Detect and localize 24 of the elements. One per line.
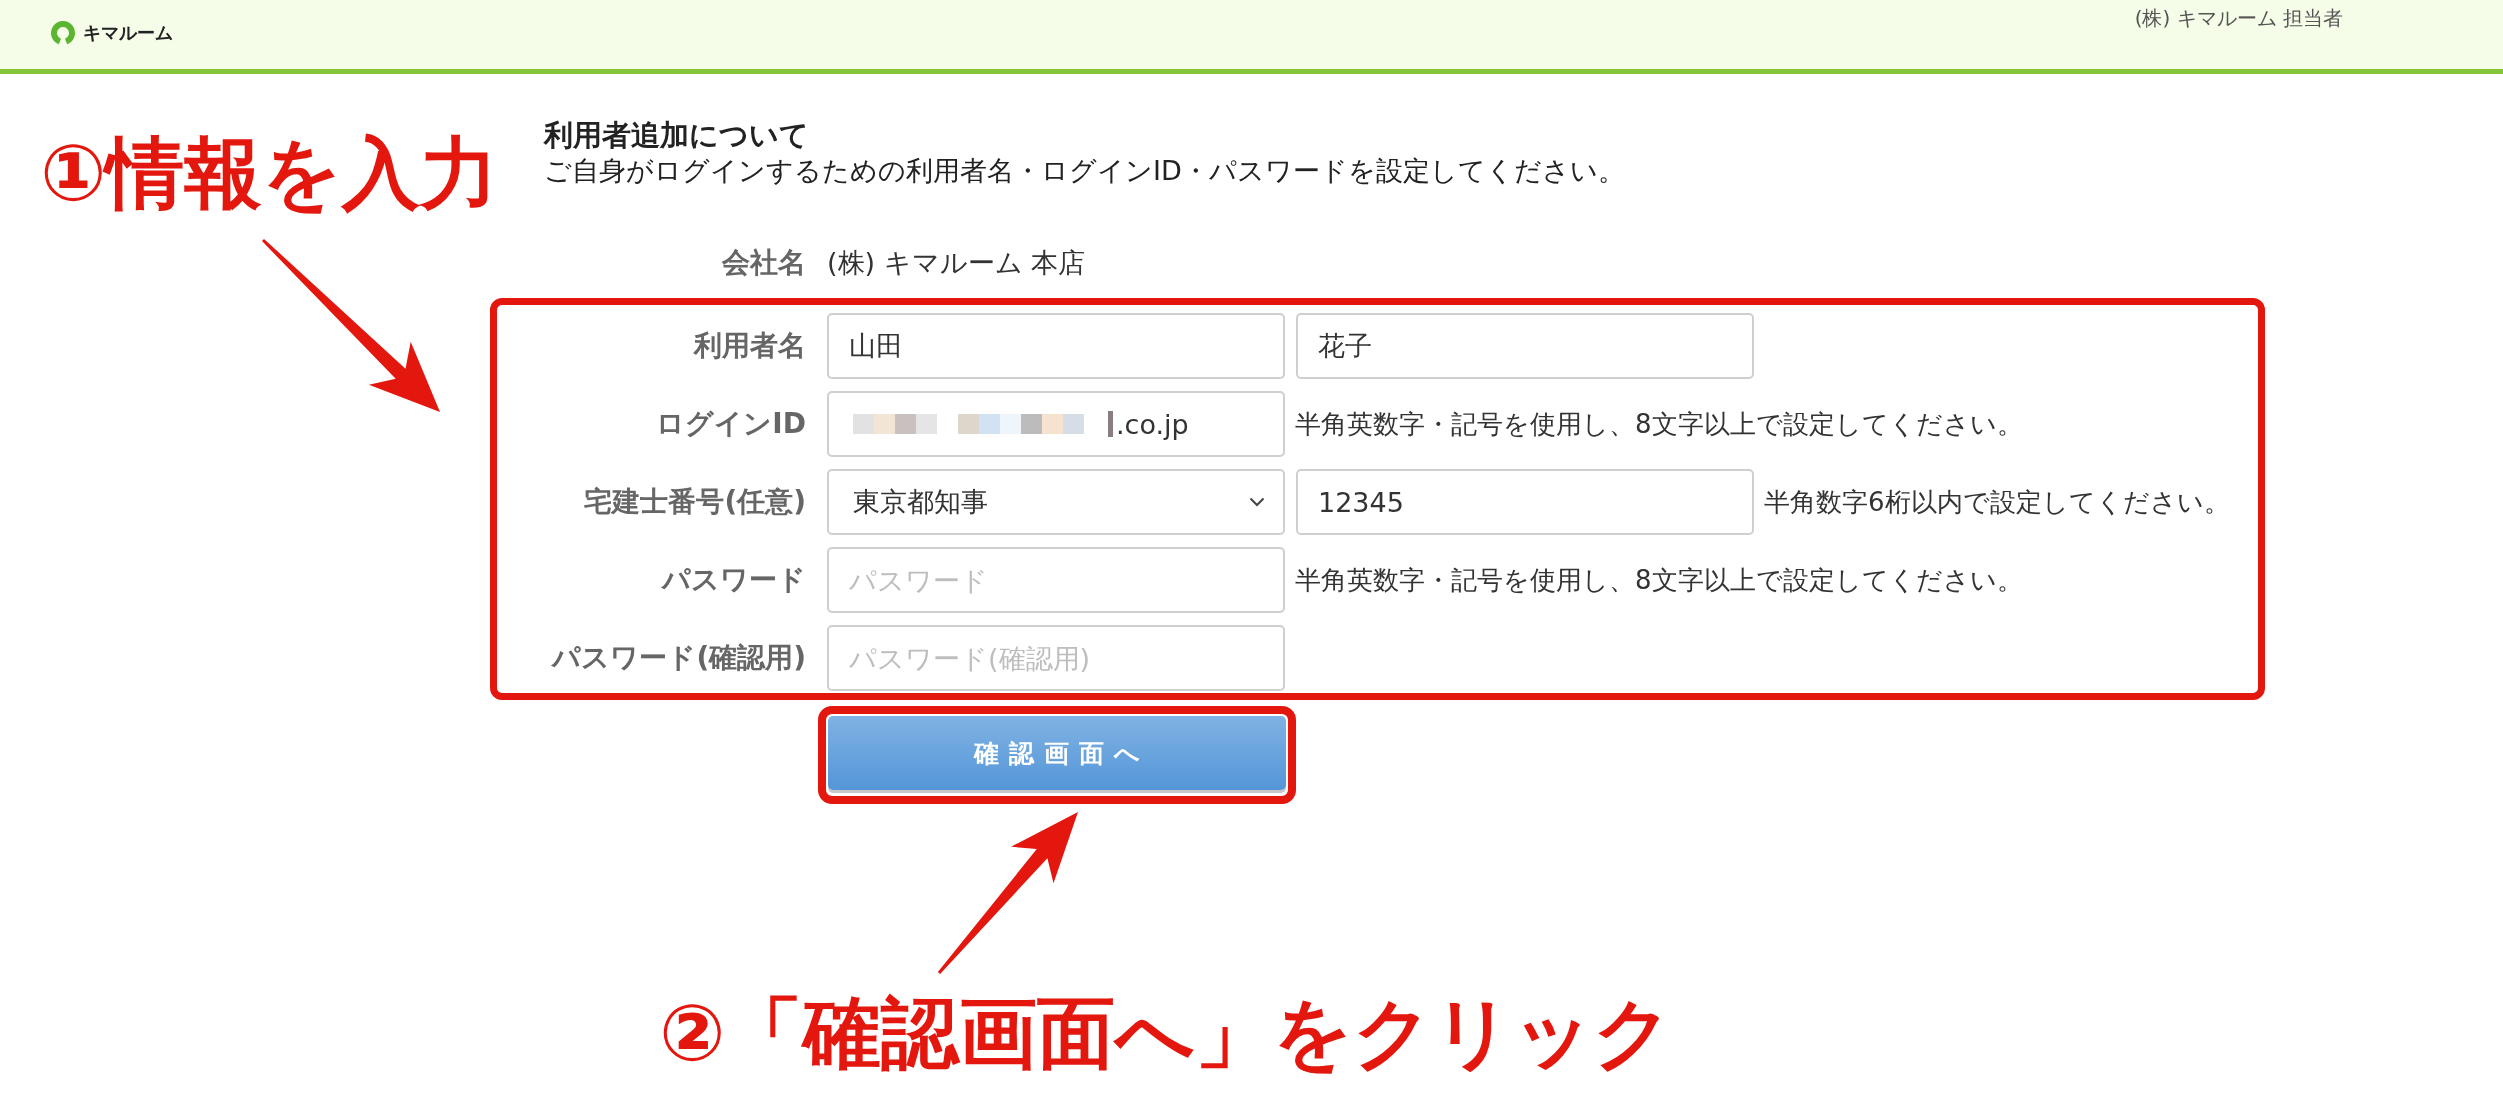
dropdown[interactable]: 東京都知事 <box>827 469 1285 535</box>
annotation-text: ①情報を入力 <box>40 131 500 215</box>
chevron-down-icon <box>1249 497 1265 507</box>
password-field[interactable]: パスワード(確認用) <box>827 625 1285 691</box>
password-field[interactable]: パスワード <box>827 547 1285 613</box>
input-field[interactable]: 花子 <box>1296 313 1754 379</box>
input-field[interactable]: 12345 <box>1296 469 1754 535</box>
logo-icon <box>50 20 76 46</box>
brand-name: キマルーム <box>83 21 173 45</box>
hint-text: 半角数字6桁以内で設定してください。 <box>1764 485 2230 519</box>
input-field[interactable]: 山田 <box>827 313 1285 379</box>
field-label: 宅建士番号(任意) <box>583 484 806 520</box>
field-label: パスワード(確認用) <box>550 640 806 676</box>
field-label: パスワード <box>660 562 806 598</box>
field-label: ログインID <box>655 406 806 442</box>
annotation-text: ②「確認画面へ」をクリック <box>659 991 1675 1075</box>
field-label: 利用者名 <box>692 328 806 364</box>
account-name: (株) キマルーム 担当者 <box>2134 5 2343 31</box>
section-description: ご自身がログインするための利用者名・ログインID・パスワードを設定してください。 <box>544 154 1625 188</box>
hint-text: 半角英数字・記号を使用し、8文字以上で設定してください。 <box>1295 407 2023 441</box>
company-name: (株) キマルーム 本店 <box>827 246 1086 280</box>
field-label: 会社名 <box>721 245 806 281</box>
hint-text: 半角英数字・記号を使用し、8文字以上で設定してください。 <box>1295 563 2023 597</box>
section-title: 利用者追加について <box>544 117 810 153</box>
